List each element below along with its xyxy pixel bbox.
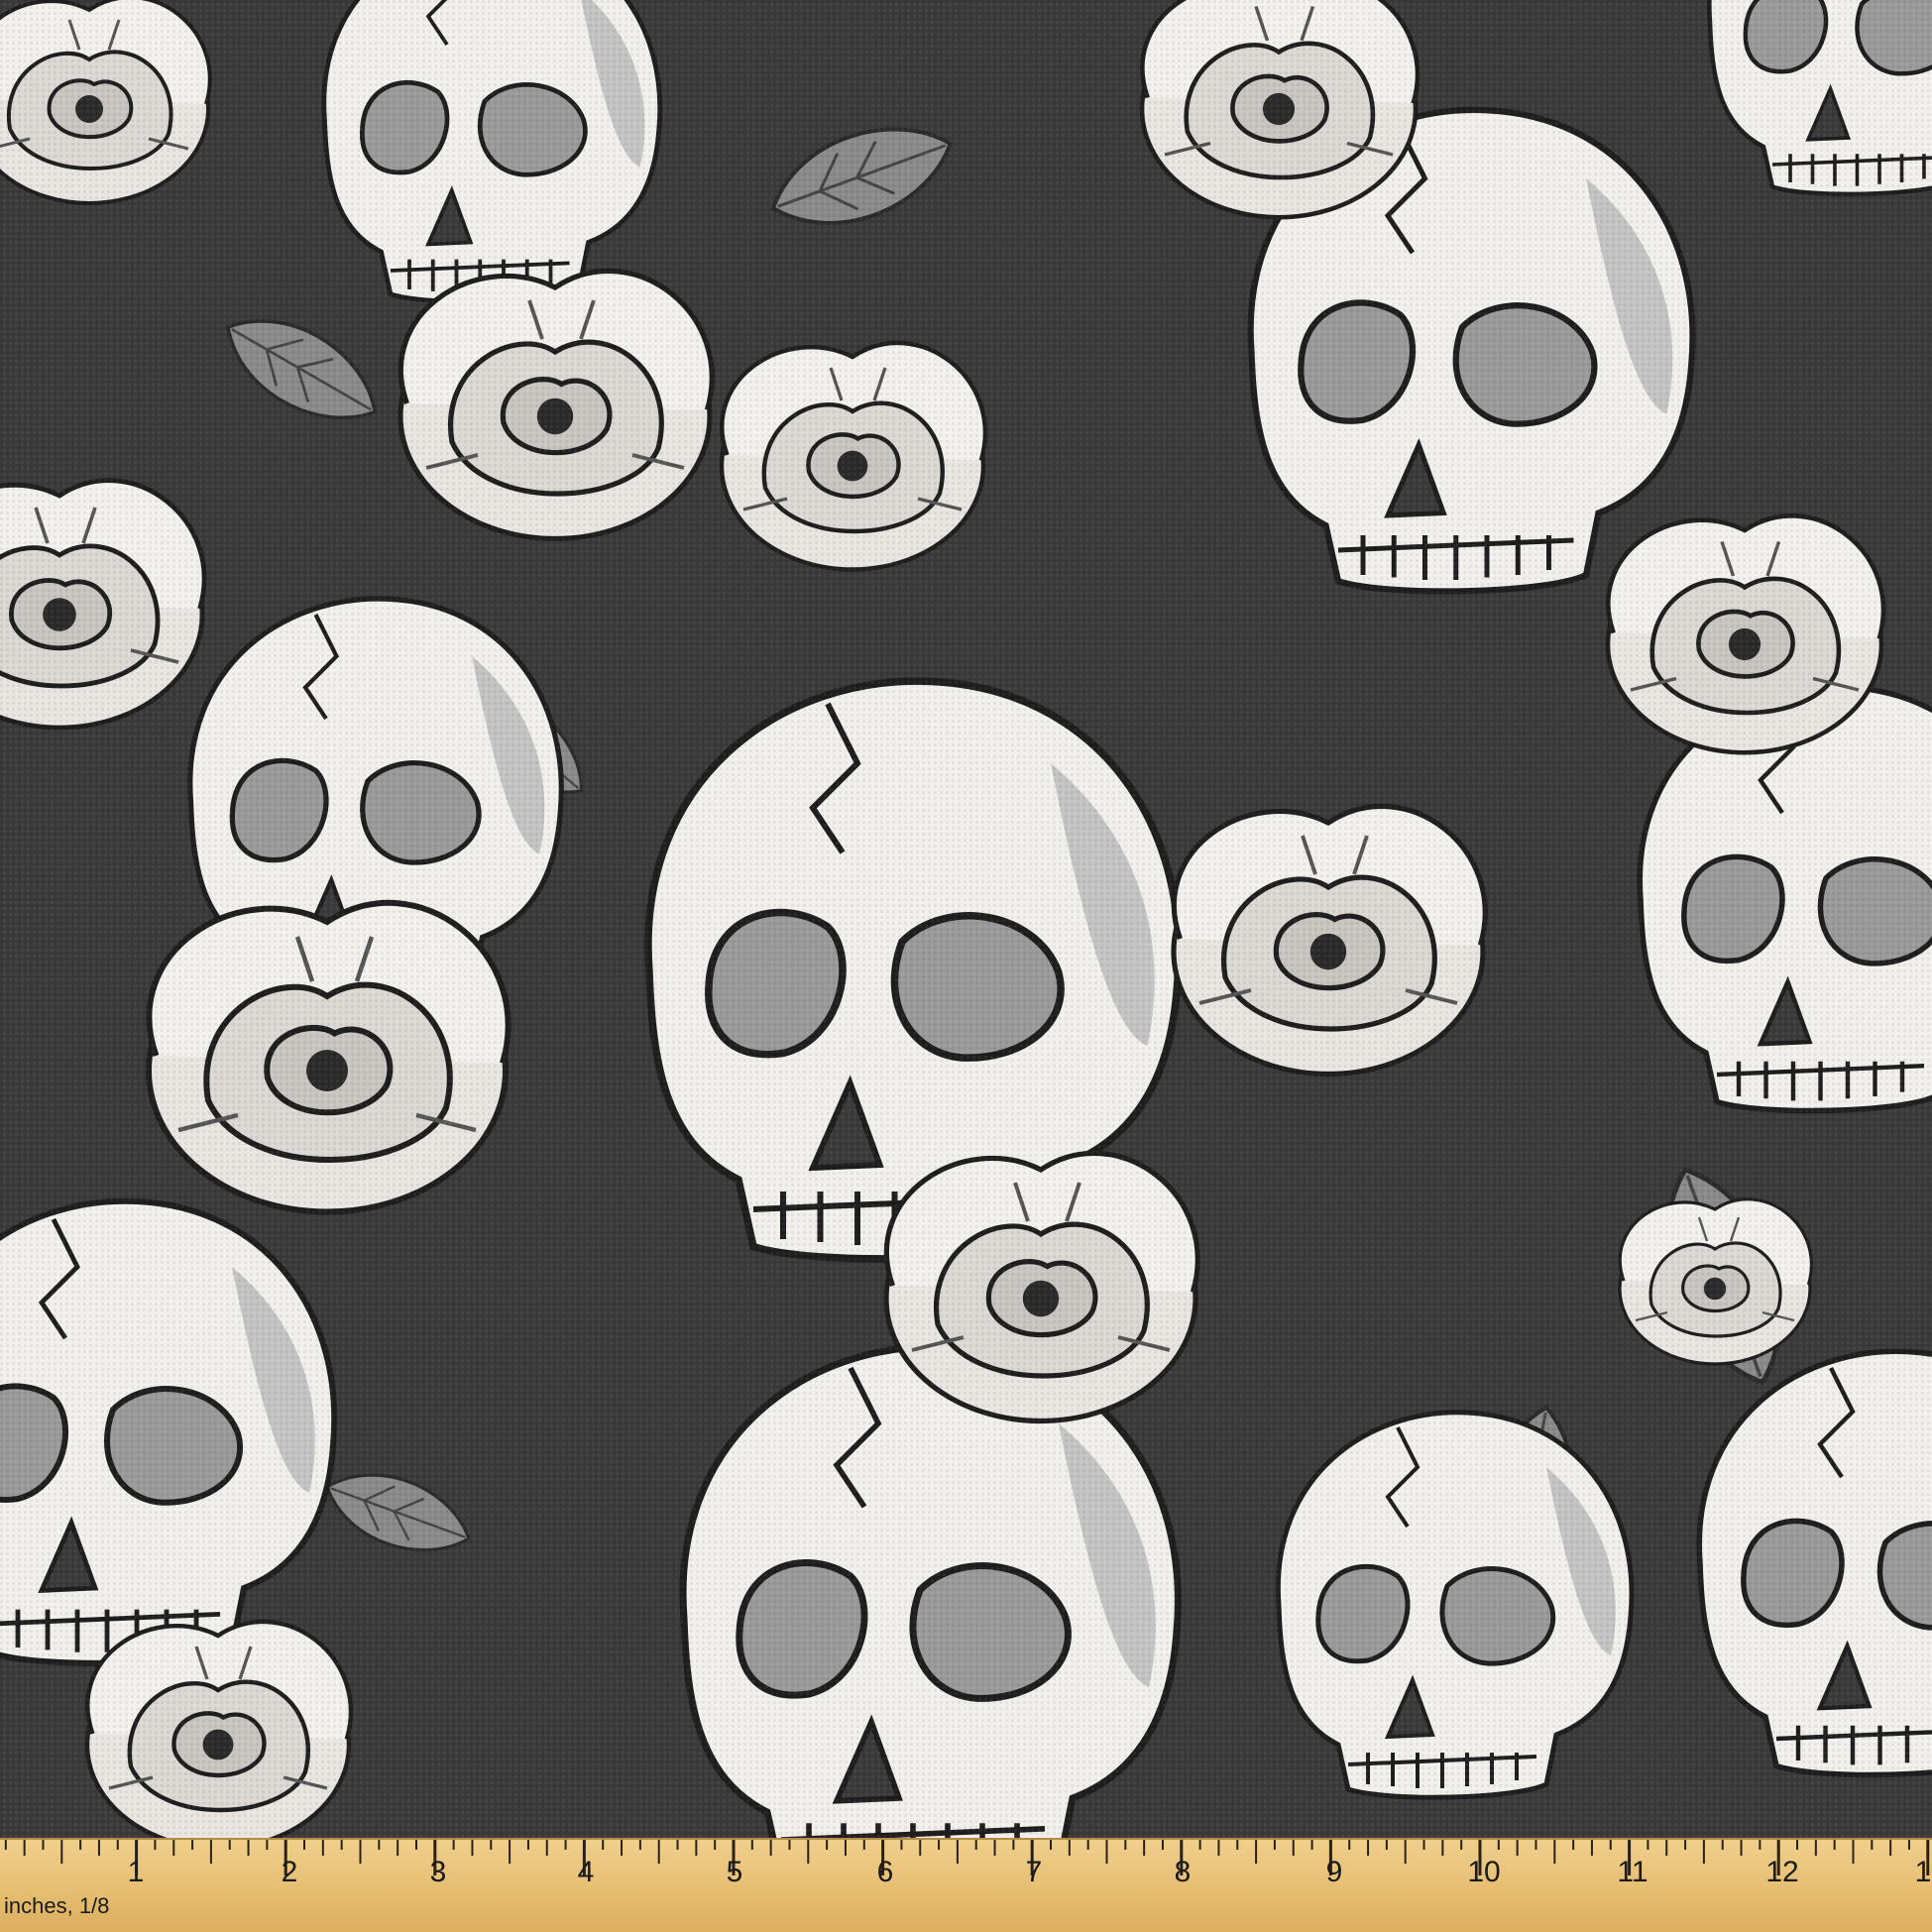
ruler-number-13: 1: [1914, 1856, 1932, 1888]
product-photo: inches, 1/8 1 2 3 4 5 6 7 8 9 10 11 12 1: [0, 0, 1932, 1932]
skull-rose-fabric-pattern: [0, 0, 1932, 1838]
ruler-number-10: 10: [1467, 1856, 1501, 1888]
ruler-number-11: 11: [1617, 1856, 1648, 1888]
ruler-number-4: 4: [577, 1856, 595, 1888]
ruler-number-9: 9: [1325, 1856, 1343, 1888]
ruler-number-7: 7: [1025, 1856, 1043, 1888]
ruler-number-1: 1: [127, 1856, 145, 1888]
ruler-number-3: 3: [429, 1856, 447, 1888]
ruler-number-8: 8: [1174, 1856, 1192, 1888]
ruler-number-6: 6: [876, 1856, 894, 1888]
ruler-number-2: 2: [281, 1856, 298, 1888]
ruler-number-5: 5: [726, 1856, 743, 1888]
measuring-ruler: inches, 1/8 1 2 3 4 5 6 7 8 9 10 11 12 1: [0, 1838, 1932, 1932]
ruler-number-12: 12: [1765, 1856, 1799, 1888]
ruler-unit-label: inches, 1/8: [4, 1893, 110, 1918]
